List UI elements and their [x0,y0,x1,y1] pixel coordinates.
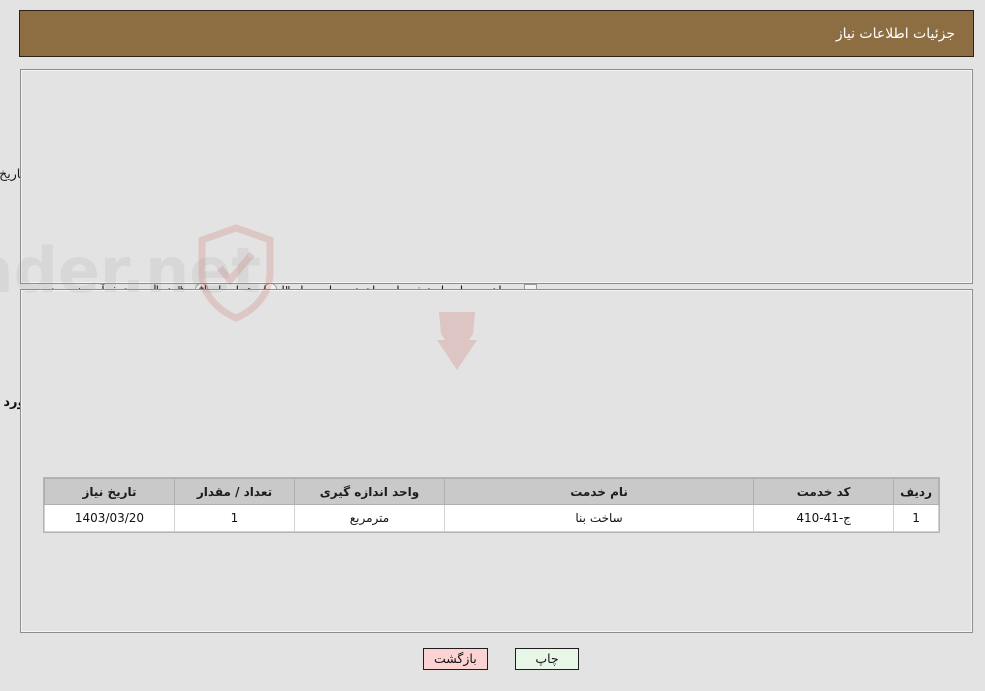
items-table-wrapper: ردیف کد خدمت نام خدمت واحد اندازه گیری ت… [44,477,941,533]
col-radif: ردیف [894,478,940,505]
cell-quantity: 1 [175,504,296,532]
page-root: AriaTender.net جزئیات اطلاعات نیاز شماره… [0,0,985,691]
col-quantity: تعداد / مقدار [175,478,296,505]
details-panel [21,289,974,633]
col-code: کد خدمت [754,478,896,505]
page-header: جزئیات اطلاعات نیاز [20,10,975,57]
cell-code: ج-41-410 [754,504,896,532]
print-button[interactable]: چاپ [516,648,580,670]
col-unit: واحد اندازه گیری [295,478,446,505]
cell-unit: مترمربع [295,504,446,532]
table-row: 1 ج-41-410 ساخت بنا مترمربع 1 1403/03/20 [45,504,940,532]
page-title: جزئیات اطلاعات نیاز [836,25,956,42]
cell-radif: 1 [894,504,940,532]
cell-name: ساخت بنا [444,504,756,532]
need-info-panel [21,69,974,284]
col-name: نام خدمت [444,478,756,505]
col-date: تاریخ نیاز [45,478,176,505]
cell-date: 1403/03/20 [45,504,176,532]
items-table: ردیف کد خدمت نام خدمت واحد اندازه گیری ت… [45,478,940,532]
table-header-row: ردیف کد خدمت نام خدمت واحد اندازه گیری ت… [45,478,940,505]
back-button[interactable]: بازگشت [424,648,489,670]
